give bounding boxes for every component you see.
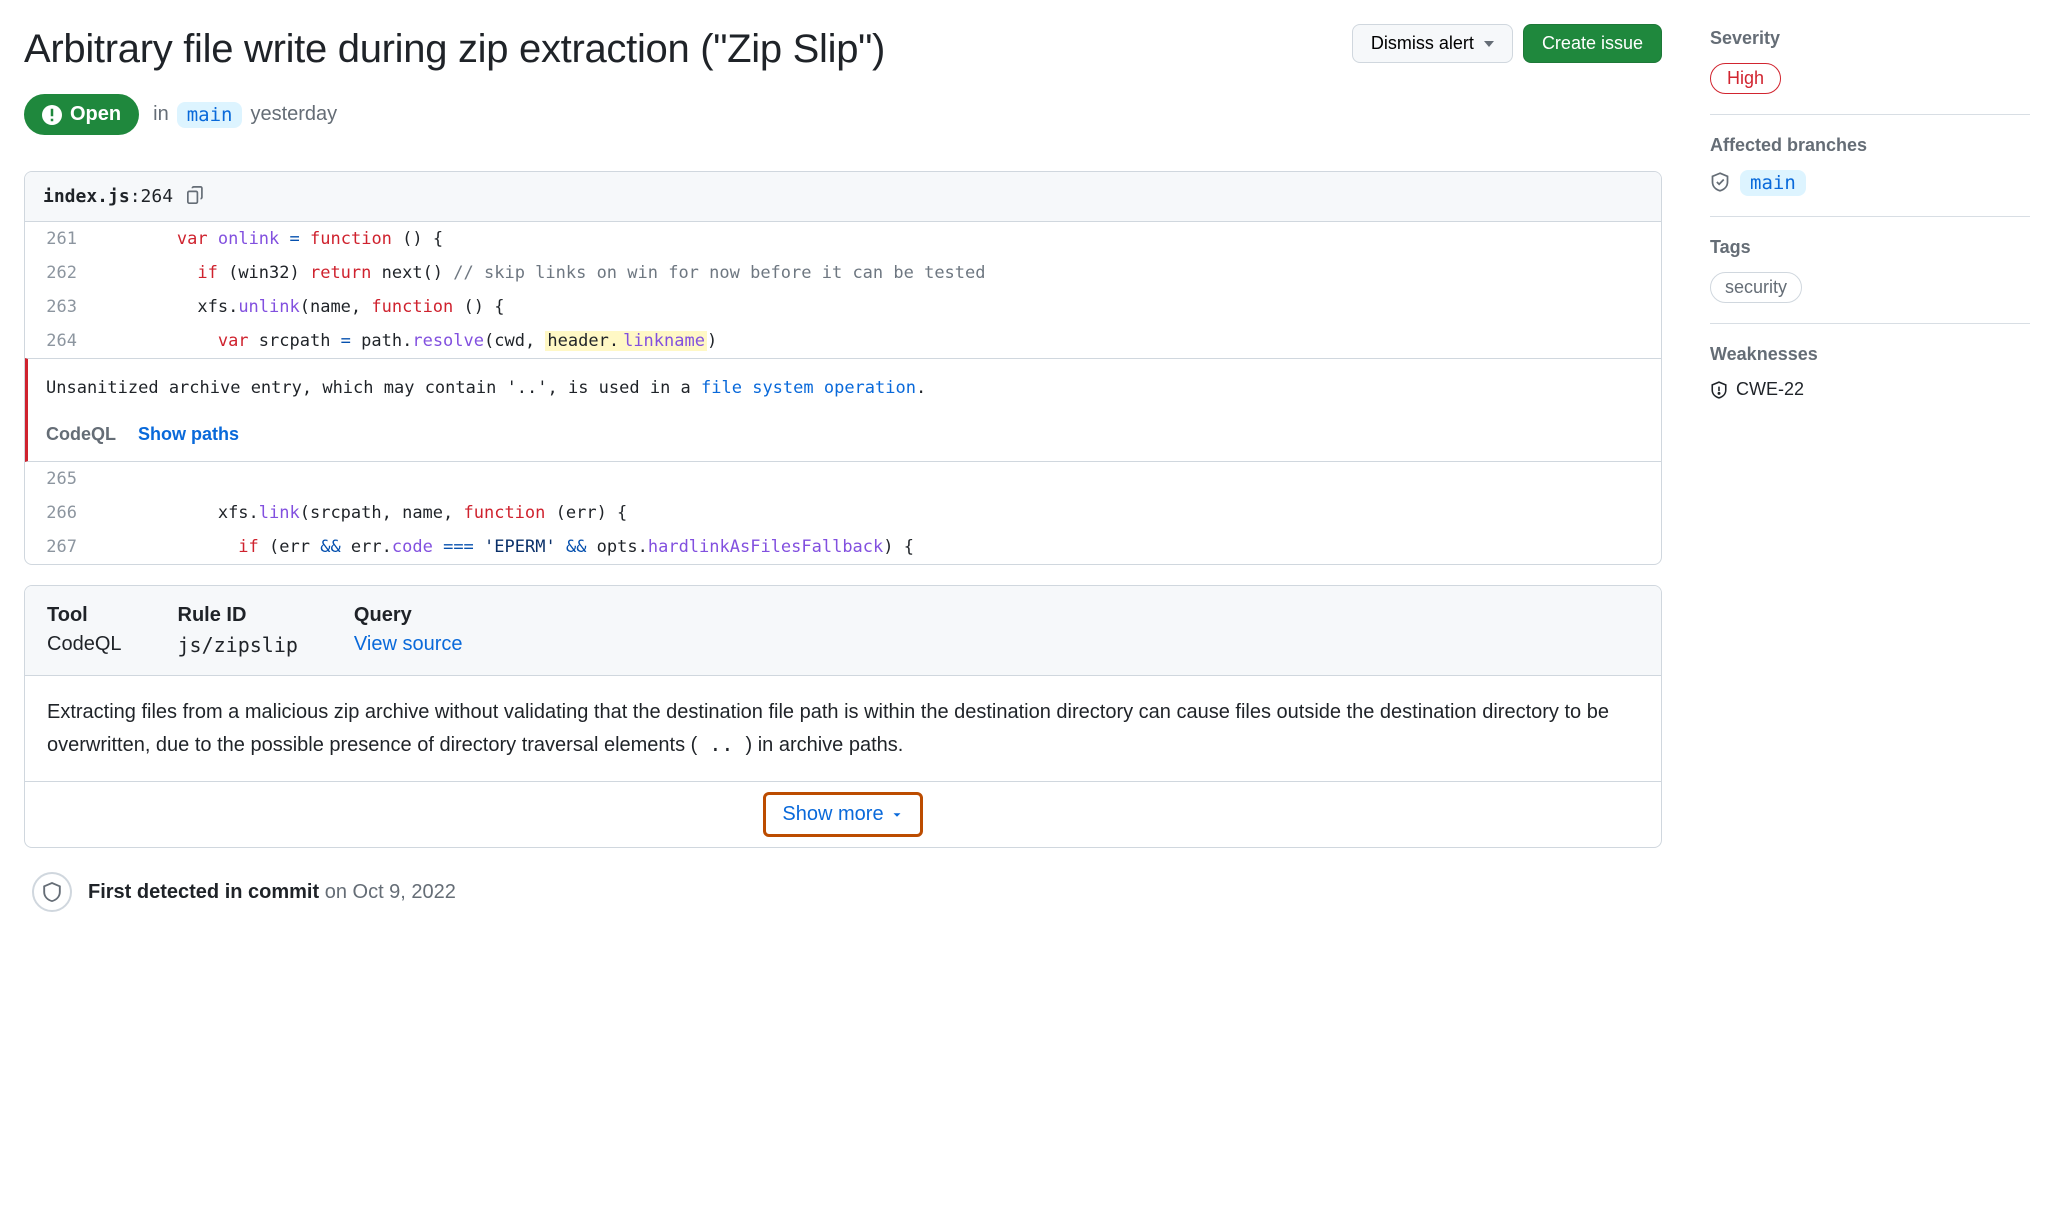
info-col: Rule ID js/zipslip [178, 604, 298, 657]
file-header: index.js:264 [25, 172, 1661, 222]
shield-icon [1710, 381, 1728, 399]
line-number: 261 [25, 222, 95, 256]
info-col-value: js/zipslip [178, 633, 298, 657]
severity-label: Severity [1710, 28, 2030, 49]
line-number: 266 [25, 496, 95, 530]
file-name[interactable]: index.js [43, 186, 130, 207]
code-line: 263 xfs.unlink(name, function () { [25, 290, 1661, 324]
line-content: var srcpath = path.resolve(cwd, header.l… [95, 324, 1661, 358]
line-number: 267 [25, 530, 95, 564]
status-in-text: in [153, 103, 169, 126]
status-when: yesterday [250, 103, 337, 126]
weakness-id: CWE-22 [1736, 379, 1804, 400]
code-panel: index.js:264 261 var onlink = function (… [24, 171, 1662, 565]
header-actions: Dismiss alert Create issue [1352, 24, 1662, 63]
info-col: Query View source [354, 604, 463, 657]
line-number: 265 [25, 462, 95, 496]
alert-icon [42, 105, 62, 125]
code-line: 264 var srcpath = path.resolve(cwd, head… [25, 324, 1661, 358]
info-col-label: Query [354, 604, 463, 627]
code-line: 267 if (err && err.code === 'EPERM' && o… [25, 530, 1661, 564]
line-content: xfs.link(srcpath, name, function (err) { [95, 496, 1661, 530]
info-col: Tool CodeQL [47, 604, 122, 657]
line-content: if (win32) return next() // skip links o… [95, 256, 1661, 290]
code-line: 265 [25, 462, 1661, 496]
line-content: var onlink = function () { [95, 222, 1661, 256]
line-number: 262 [25, 256, 95, 290]
severity-pill: High [1710, 63, 1781, 94]
code-line: 261 var onlink = function () { [25, 222, 1661, 256]
weakness-row[interactable]: CWE-22 [1710, 379, 2030, 400]
line-number: 263 [25, 290, 95, 324]
status-row: Open in main yesterday [24, 94, 1662, 135]
affected-branch-chip[interactable]: main [1740, 170, 1806, 196]
sidebar: Severity High Affected branches main Tag… [1710, 24, 2030, 912]
dismiss-alert-button[interactable]: Dismiss alert [1352, 24, 1513, 63]
code-lines-after: 265266 xfs.link(srcpath, name, function … [25, 462, 1661, 564]
branches-label: Affected branches [1710, 135, 2030, 156]
show-paths-link[interactable]: Show paths [138, 424, 239, 445]
finding-msg-post: . [916, 378, 926, 398]
timeline-rest: on Oct 9, 2022 [319, 881, 456, 903]
line-content [95, 462, 1661, 496]
chevron-down-icon [890, 808, 904, 822]
status-open-pill: Open [24, 94, 139, 135]
code-line: 262 if (win32) return next() // skip lin… [25, 256, 1661, 290]
file-line: 264 [141, 186, 174, 207]
line-number: 264 [25, 324, 95, 358]
info-header: Tool CodeQL Rule ID js/zipslip Query View sou… [25, 586, 1661, 676]
info-col-label: Tool [47, 604, 122, 627]
finding-msg-pre: Unsanitized archive entry, which may con… [46, 378, 701, 398]
alert-title: Arbitrary file write during zip extracti… [24, 24, 885, 74]
create-issue-button[interactable]: Create issue [1523, 24, 1662, 63]
info-body: Extracting files from a malicious zip ar… [25, 676, 1661, 781]
dismiss-alert-label: Dismiss alert [1371, 33, 1474, 54]
line-content: xfs.unlink(name, function () { [95, 290, 1661, 324]
code-lines-before: 261 var onlink = function () {262 if (wi… [25, 222, 1661, 358]
tags-label: Tags [1710, 237, 2030, 258]
status-label: Open [70, 103, 121, 126]
info-col-value: CodeQL [47, 633, 122, 656]
copy-icon[interactable] [187, 186, 205, 207]
chevron-down-icon [1484, 41, 1494, 47]
info-col-link[interactable]: View source [354, 633, 463, 656]
line-content: if (err && err.code === 'EPERM' && opts.… [95, 530, 1661, 564]
info-col-label: Rule ID [178, 604, 298, 627]
timeline-strong: First detected in commit [88, 881, 319, 903]
weaknesses-label: Weaknesses [1710, 344, 2030, 365]
branch-row: main [1710, 170, 2030, 196]
finding-msg-link[interactable]: file system operation [701, 378, 916, 398]
shield-icon [32, 872, 72, 912]
finding-box: Unsanitized archive entry, which may con… [25, 358, 1661, 462]
code-line: 266 xfs.link(srcpath, name, function (er… [25, 496, 1661, 530]
check-shield-icon [1710, 172, 1730, 195]
timeline-item: First detected in commit on Oct 9, 2022 [24, 868, 1662, 912]
status-branch-chip[interactable]: main [177, 102, 243, 128]
tag-pill[interactable]: security [1710, 272, 1802, 303]
show-more-row: Show more [25, 781, 1661, 847]
finding-tool: CodeQL [46, 424, 116, 445]
show-more-label: Show more [782, 803, 883, 826]
show-more-button[interactable]: Show more [768, 797, 917, 832]
info-panel: Tool CodeQL Rule ID js/zipslip Query View sou… [24, 585, 1662, 848]
